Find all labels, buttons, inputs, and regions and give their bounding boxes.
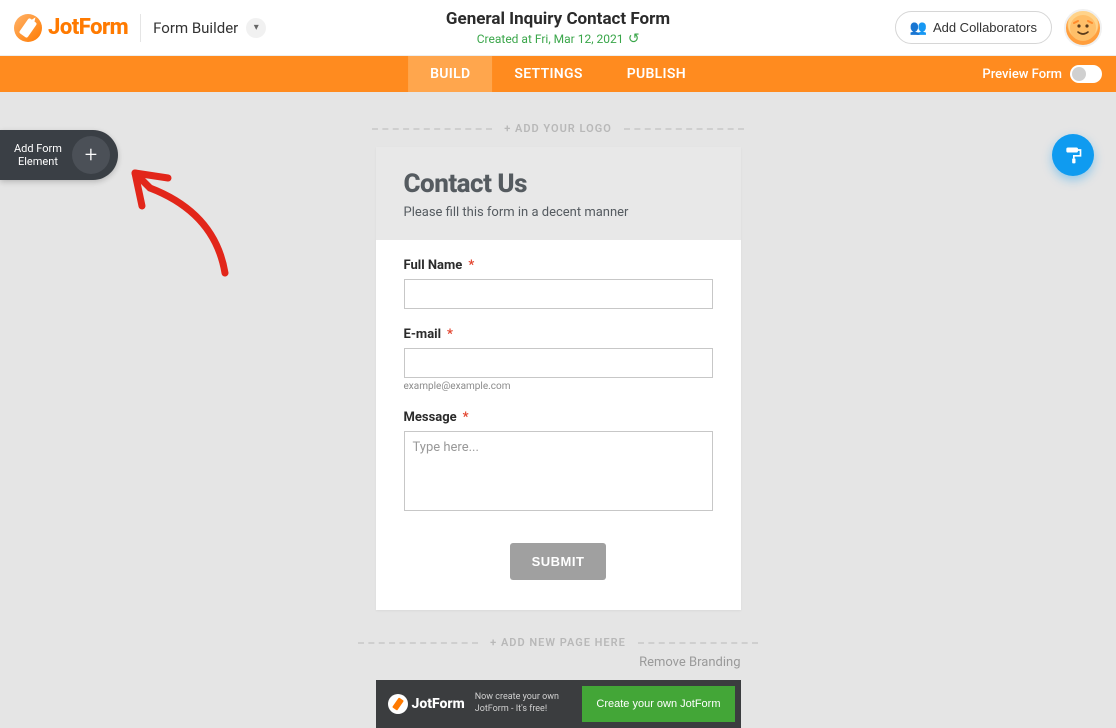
collab-label: Add Collaborators: [933, 20, 1037, 35]
tab-publish[interactable]: PUBLISH: [605, 56, 708, 92]
message-label: Message: [404, 410, 457, 425]
tab-settings[interactable]: SETTINGS: [492, 56, 604, 92]
form-builder-label: Form Builder: [153, 19, 238, 37]
full-name-label: Full Name: [404, 258, 463, 273]
form-title[interactable]: General Inquiry Contact Form: [446, 9, 670, 29]
field-full-name[interactable]: Full Name *: [404, 258, 713, 309]
collaborators-icon: 👥: [910, 19, 927, 36]
plus-icon: +: [72, 136, 110, 174]
message-textarea[interactable]: [404, 431, 713, 511]
email-label: E-mail: [404, 327, 442, 342]
promo-tagline: Now create your own JotForm - It's free!: [475, 692, 573, 715]
field-email[interactable]: E-mail * example@example.com: [404, 327, 713, 392]
promo-logo-text: JotForm: [412, 696, 465, 712]
required-star: *: [468, 258, 474, 273]
form-created: Created at Fri, Mar 12, 2021 ↻: [446, 31, 670, 47]
add-form-element-button[interactable]: Add Form Element +: [0, 130, 118, 180]
form-canvas: + ADD YOUR LOGO Contact Us Please fill t…: [0, 92, 1116, 728]
email-input[interactable]: [404, 348, 713, 378]
remove-branding-link[interactable]: Remove Branding: [376, 655, 741, 670]
divider: [140, 14, 141, 42]
user-avatar[interactable]: [1064, 9, 1102, 47]
form-header-block[interactable]: Contact Us Please fill this form in a de…: [376, 147, 741, 240]
paint-roller-icon: [1063, 145, 1083, 165]
submit-button[interactable]: SUBMIT: [510, 543, 607, 580]
history-icon[interactable]: ↻: [628, 31, 640, 47]
add-logo-label: + ADD YOUR LOGO: [504, 122, 612, 135]
email-hint: example@example.com: [404, 381, 713, 392]
full-name-input[interactable]: [404, 279, 713, 309]
form-designer-button[interactable]: [1052, 134, 1094, 176]
jotform-logo[interactable]: JotForm: [14, 14, 128, 42]
add-logo-row[interactable]: + ADD YOUR LOGO: [0, 122, 1116, 135]
promo-logo-icon: [388, 694, 408, 714]
field-message[interactable]: Message *: [404, 410, 713, 515]
add-new-page-label: + ADD NEW PAGE HERE: [490, 636, 626, 649]
nav-bar: BUILD SETTINGS PUBLISH Preview Form: [0, 56, 1116, 92]
add-new-page-row[interactable]: + ADD NEW PAGE HERE: [0, 636, 1116, 649]
chevron-down-icon: ▾: [254, 22, 259, 33]
required-star: *: [463, 410, 469, 425]
jotform-logo-text: JotForm: [48, 15, 128, 40]
required-star: *: [447, 327, 453, 342]
form-builder-dropdown[interactable]: ▾: [246, 18, 266, 38]
contact-subtitle: Please fill this form in a decent manner: [404, 205, 713, 220]
promo-bar: JotForm Now create your own JotForm - It…: [376, 680, 741, 728]
promo-cta-button[interactable]: Create your own JotForm: [582, 686, 734, 722]
jotform-logo-icon: [14, 14, 42, 42]
preview-form-label: Preview Form: [982, 67, 1062, 82]
preview-toggle[interactable]: [1070, 65, 1102, 83]
promo-logo: JotForm: [382, 694, 465, 714]
top-header: JotForm Form Builder ▾ General Inquiry C…: [0, 0, 1116, 56]
form-card[interactable]: Contact Us Please fill this form in a de…: [376, 147, 741, 610]
page-title-block: General Inquiry Contact Form Created at …: [446, 9, 670, 47]
contact-title: Contact Us: [404, 169, 713, 199]
add-collaborators-button[interactable]: 👥 Add Collaborators: [895, 11, 1053, 44]
tab-build[interactable]: BUILD: [408, 56, 492, 92]
